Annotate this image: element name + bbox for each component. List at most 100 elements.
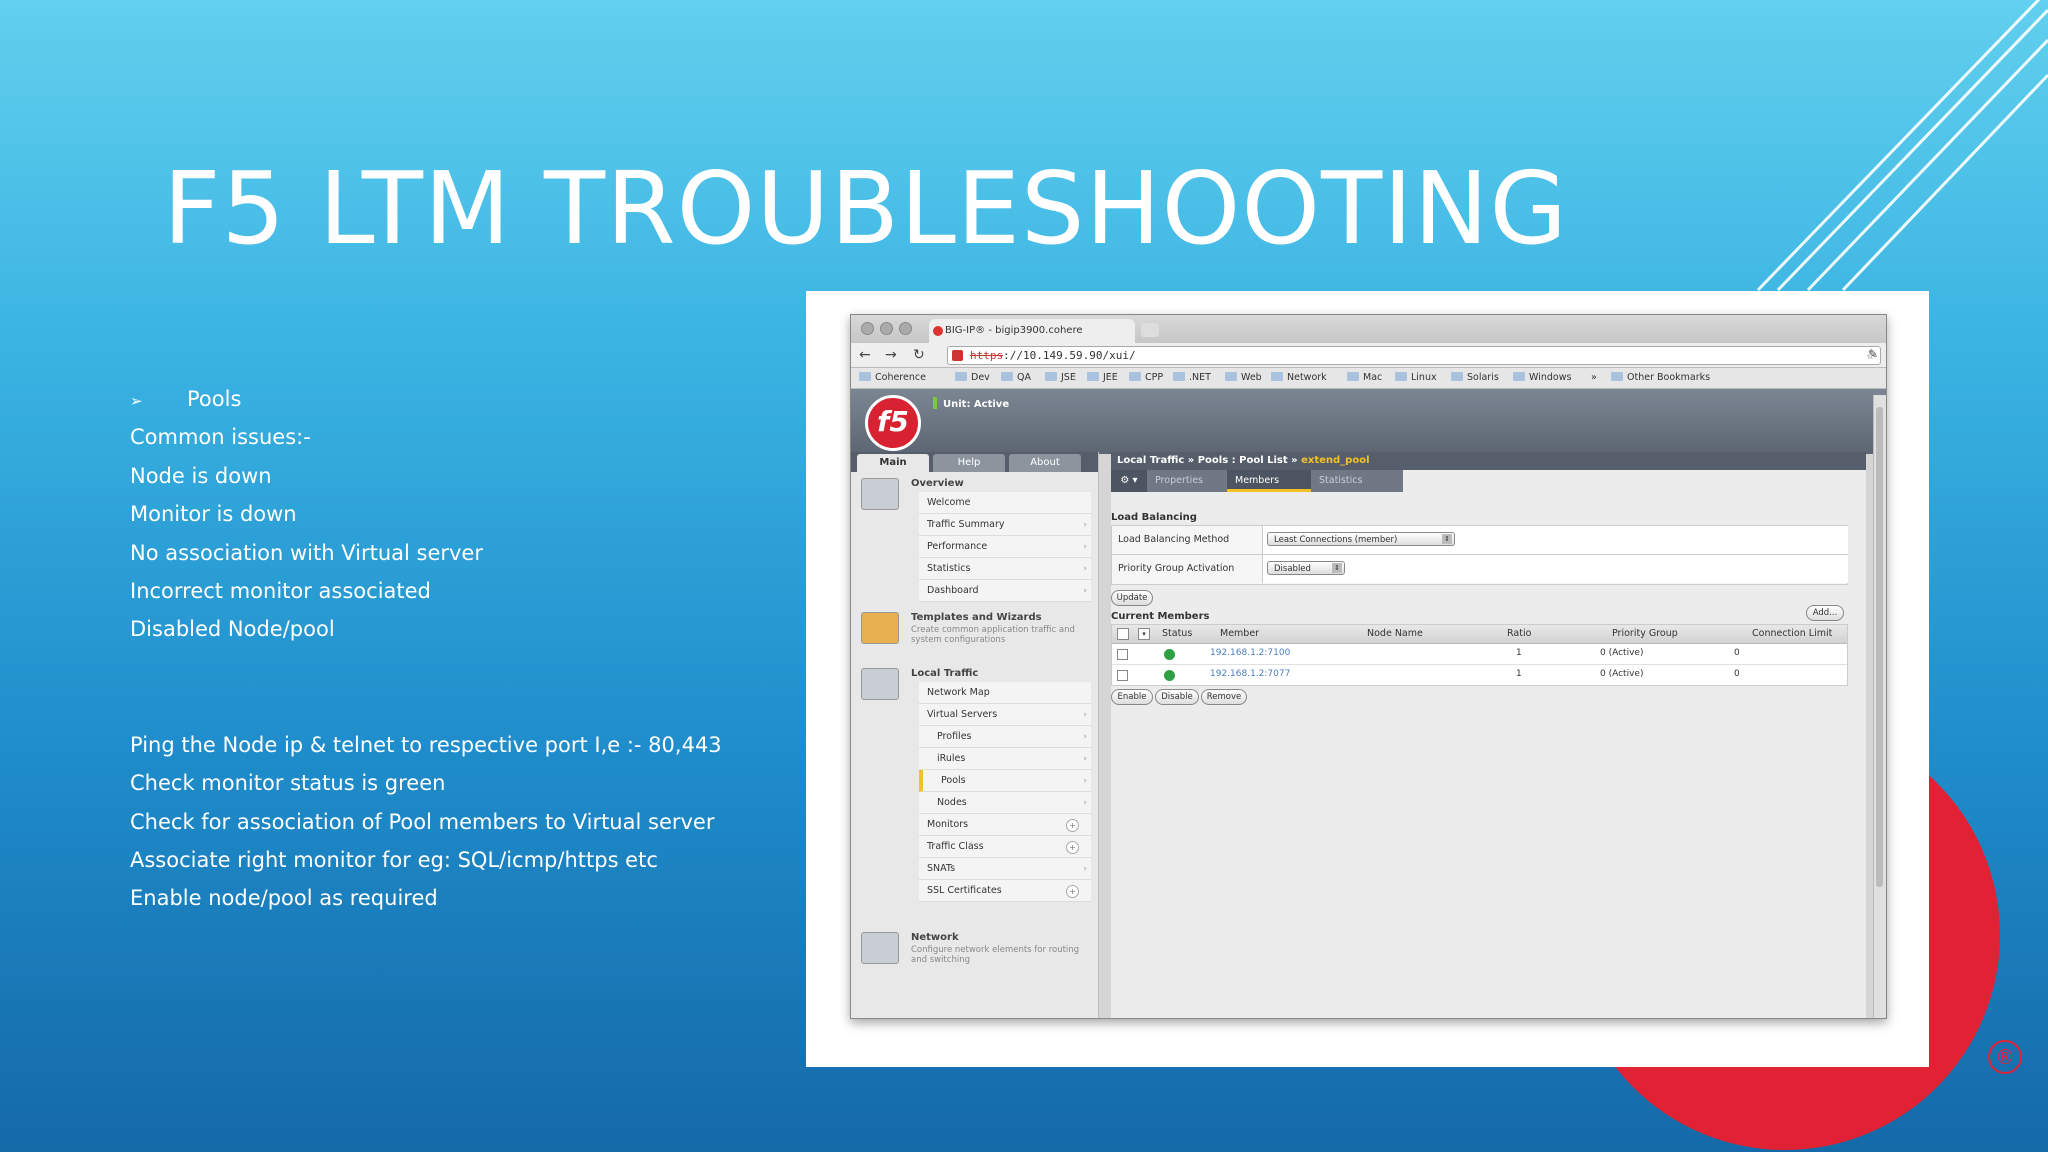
- add-member-button[interactable]: Add...: [1806, 605, 1844, 621]
- tab-members[interactable]: Members: [1227, 470, 1313, 492]
- row-checkbox[interactable]: [1117, 670, 1128, 681]
- back-icon[interactable]: ←: [859, 347, 871, 363]
- pga-select[interactable]: Disabled ⇕: [1267, 561, 1345, 575]
- scrollbar-thumb[interactable]: [1876, 407, 1883, 887]
- issue-line: Disabled Node/pool: [130, 617, 335, 642]
- members-table-header: ▾ Status Member Node Name Ratio Priority…: [1112, 625, 1847, 644]
- breadcrumb: Local Traffic » Pools : Pool List » exte…: [1111, 452, 1866, 470]
- bookmark-item[interactable]: QA: [1001, 372, 1031, 383]
- disable-button[interactable]: Disable: [1155, 689, 1199, 705]
- col-status[interactable]: Status: [1162, 628, 1192, 639]
- bookmark-item[interactable]: JEE: [1087, 372, 1118, 383]
- member-link[interactable]: 192.168.1.2:7077: [1210, 669, 1290, 679]
- wrench-icon[interactable]: ✎: [1868, 347, 1878, 361]
- load-balancing-table: Load Balancing Method Least Connections …: [1111, 525, 1848, 585]
- tab-about[interactable]: About: [1009, 454, 1081, 472]
- col-ratio[interactable]: Ratio: [1507, 628, 1531, 639]
- gear-icon[interactable]: ⚙ ▾: [1111, 470, 1147, 492]
- fix-line: Ping the Node ip & telnet to respective …: [130, 732, 722, 757]
- templates-heading[interactable]: Templates and Wizards: [911, 612, 1042, 623]
- fix-line: Associate right monitor for eg: SQL/icmp…: [130, 847, 658, 872]
- pga-row: Priority Group Activation Disabled ⇕: [1112, 555, 1848, 583]
- issue-line: Node is down: [130, 463, 272, 488]
- enable-button[interactable]: Enable: [1111, 689, 1153, 705]
- lb-method-select[interactable]: Least Connections (member) ⇕: [1267, 532, 1455, 546]
- forward-icon[interactable]: →: [885, 347, 897, 363]
- members-table: ▾ Status Member Node Name Ratio Priority…: [1111, 624, 1848, 686]
- chevron-down-icon: ⇕: [1442, 534, 1452, 544]
- browser-tab[interactable]: BIG-IP® - bigip3900.cohere: [929, 319, 1135, 343]
- url-input[interactable]: https://10.149.59.90/xui/ ☆: [947, 346, 1881, 365]
- bookmark-item[interactable]: Dev: [955, 372, 990, 383]
- col-connection-limit[interactable]: Connection Limit: [1752, 628, 1832, 639]
- sidebar-item-dashboard[interactable]: Dashboard ›: [919, 580, 1091, 602]
- main-content: Local Traffic » Pools : Pool List » exte…: [1111, 452, 1866, 1018]
- select-all-checkbox[interactable]: [1117, 628, 1129, 640]
- fix-line: Check for association of Pool members to…: [130, 809, 715, 834]
- row-checkbox[interactable]: [1117, 649, 1128, 660]
- close-window-icon[interactable]: [861, 322, 874, 335]
- tab-main[interactable]: Main: [857, 454, 929, 472]
- sidebar-item-nodes[interactable]: Nodes ›: [919, 792, 1091, 814]
- remove-button[interactable]: Remove: [1201, 689, 1247, 705]
- favicon-icon: [933, 326, 943, 336]
- bookmark-item[interactable]: Coherence: [859, 372, 926, 383]
- new-tab-button[interactable]: [1141, 323, 1159, 337]
- registered-mark: ®: [1988, 1040, 2022, 1074]
- sidebar-item-virtual-servers[interactable]: Virtual Servers ›: [919, 704, 1091, 726]
- local-traffic-heading[interactable]: Local Traffic: [911, 668, 978, 679]
- tab-help[interactable]: Help: [933, 454, 1005, 472]
- scrollbar[interactable]: [1873, 395, 1886, 1018]
- bookmark-item[interactable]: Other Bookmarks: [1611, 372, 1710, 383]
- decorative-stripes: [1756, 0, 2048, 292]
- screenshot-frame: BIG-IP® - bigip3900.cohere ← → ↻ https:/…: [806, 291, 1929, 1067]
- issue-line: Monitor is down: [130, 502, 297, 527]
- table-row: 192.168.1.2:7077 1 0 (Active) 0: [1112, 665, 1847, 685]
- bullet-list: ➢ Pools Common issues:- Node is down Moni…: [130, 380, 722, 918]
- reload-icon[interactable]: ↻: [913, 347, 925, 363]
- maximize-window-icon[interactable]: [899, 322, 912, 335]
- sidebar-item-profiles[interactable]: Profiles ›: [919, 726, 1091, 748]
- ratio: 1: [1516, 669, 1522, 679]
- sidebar-item-statistics[interactable]: Statistics ›: [919, 558, 1091, 580]
- tab-properties[interactable]: Properties: [1147, 470, 1233, 492]
- bookmark-item[interactable]: Mac: [1347, 372, 1382, 383]
- update-button[interactable]: Update: [1111, 590, 1153, 606]
- bookmark-item[interactable]: Windows: [1513, 372, 1571, 383]
- bookmark-item[interactable]: Solaris: [1451, 372, 1499, 383]
- col-node-name[interactable]: Node Name: [1367, 628, 1423, 639]
- sidebar-item-ssl-certificates[interactable]: SSL Certificates +: [919, 880, 1091, 902]
- templates-desc: Create common application traffic and sy…: [911, 625, 1075, 645]
- network-heading[interactable]: Network: [911, 932, 959, 943]
- member-link[interactable]: 192.168.1.2:7100: [1210, 648, 1290, 658]
- sidebar-item-welcome[interactable]: Welcome: [919, 492, 1091, 514]
- sidebar-item-performance[interactable]: Performance ›: [919, 536, 1091, 558]
- bookmarks-bar: Coherence Dev QA JSE JEE CPP .NET Web Ne…: [851, 368, 1886, 389]
- add-icon: +: [1066, 819, 1079, 832]
- sidebar-item-pools[interactable]: Pools ›: [919, 770, 1091, 792]
- col-priority-group[interactable]: Priority Group: [1612, 628, 1678, 639]
- sidebar-item-irules[interactable]: iRules ›: [919, 748, 1091, 770]
- sidebar: Main Help About Overview Welcome Traffic…: [851, 452, 1099, 1018]
- sidebar-item-monitors[interactable]: Monitors +: [919, 814, 1091, 836]
- bookmark-item[interactable]: CPP: [1129, 372, 1163, 383]
- chevron-down-icon: ⇕: [1332, 563, 1342, 573]
- overview-heading[interactable]: Overview: [911, 478, 964, 489]
- bookmark-item[interactable]: Network: [1271, 372, 1327, 383]
- bookmark-overflow[interactable]: »: [1591, 372, 1597, 383]
- sidebar-item-traffic-class[interactable]: Traffic Class +: [919, 836, 1091, 858]
- browser-tabbar: BIG-IP® - bigip3900.cohere: [851, 315, 1886, 343]
- minimize-window-icon[interactable]: [880, 322, 893, 335]
- fix-line: Enable node/pool as required: [130, 886, 438, 911]
- bookmark-item[interactable]: .NET: [1173, 372, 1211, 383]
- bookmark-item[interactable]: JSE: [1045, 372, 1076, 383]
- sidebar-item-traffic-summary[interactable]: Traffic Summary ›: [919, 514, 1091, 536]
- bookmark-item[interactable]: Linux: [1395, 372, 1437, 383]
- tab-statistics[interactable]: Statistics: [1311, 470, 1403, 492]
- connection-limit: 0: [1734, 669, 1740, 679]
- bookmark-item[interactable]: Web: [1225, 372, 1262, 383]
- sidebar-item-snats[interactable]: SNATs ›: [919, 858, 1091, 880]
- chevron-down-icon[interactable]: ▾: [1138, 628, 1150, 640]
- sidebar-item-network-map[interactable]: Network Map: [919, 682, 1091, 704]
- col-member[interactable]: Member: [1220, 628, 1259, 639]
